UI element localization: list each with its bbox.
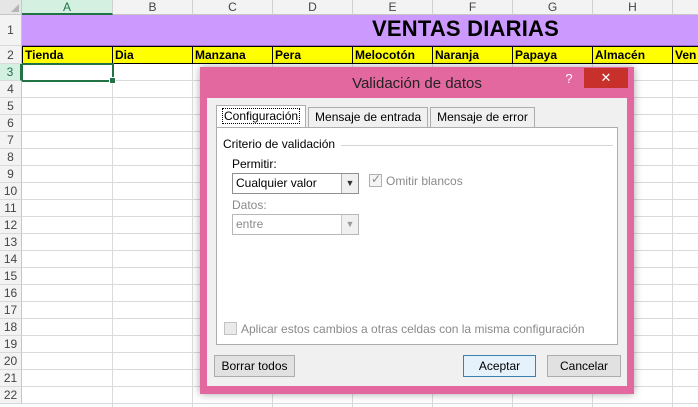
column-header-f[interactable]: F (433, 0, 513, 15)
header-cell-dia[interactable]: Dia (113, 46, 193, 64)
row-header-8[interactable]: 8 (0, 149, 22, 166)
header-cell-almacen[interactable]: Almacén (593, 46, 673, 64)
header-cell-ventas[interactable]: Ven (673, 46, 698, 64)
column-header-e[interactable]: E (353, 0, 433, 15)
row-header-5[interactable]: 5 (0, 98, 22, 115)
dialog-body: Configuración Mensaje de entrada Mensaje… (207, 98, 627, 386)
chevron-down-icon[interactable]: ▼ (341, 215, 358, 234)
row-header-16[interactable]: 16 (0, 285, 22, 302)
data-select[interactable]: entre ▼ (232, 214, 359, 235)
data-label: Datos: (232, 198, 267, 212)
ok-button[interactable]: Aceptar (463, 355, 536, 377)
tab-configuracion-label: Configuración (221, 108, 301, 124)
column-header-b[interactable]: B (113, 0, 193, 15)
header-cell-naranja[interactable]: Naranja (433, 46, 513, 64)
validation-criteria-label: Criterio de validación (223, 137, 340, 151)
data-validation-dialog: Validación de datos ? ✕ Configuración Me… (200, 67, 634, 394)
header-cell-melocoton[interactable]: Melocotón (353, 46, 433, 64)
row-header-6[interactable]: 6 (0, 115, 22, 132)
row-header-19[interactable]: 19 (0, 336, 22, 353)
allow-select[interactable]: Cualquier valor ▼ (232, 173, 359, 194)
row-header-10[interactable]: 10 (0, 183, 22, 200)
tab-panel-configuracion: Criterio de validación Permitir: Cualqui… (216, 127, 618, 345)
column-header-g[interactable]: G (513, 0, 593, 15)
row-header-20[interactable]: 20 (0, 353, 22, 370)
row-header-11[interactable]: 11 (0, 200, 22, 217)
row-header-21[interactable]: 21 (0, 370, 22, 387)
header-cell-manzana[interactable]: Manzana (193, 46, 273, 64)
column-header-h[interactable]: H (593, 0, 673, 15)
row-headers: 1 2 3 4 5 6 7 8 9 10 11 12 13 14 15 16 1… (0, 15, 22, 404)
tab-mensaje-de-entrada[interactable]: Mensaje de entrada (308, 107, 429, 127)
row-header-13[interactable]: 13 (0, 234, 22, 251)
tab-configuracion[interactable]: Configuración (216, 105, 307, 127)
row-header-4[interactable]: 4 (0, 81, 22, 98)
dialog-tabs: Configuración Mensaje de entrada Mensaje… (216, 105, 537, 127)
data-select-value: entre (236, 217, 264, 231)
header-cell-papaya[interactable]: Papaya (513, 46, 593, 64)
column-header-a[interactable]: A (22, 0, 113, 15)
apply-all-checkbox[interactable] (224, 322, 237, 335)
row-header-17[interactable]: 17 (0, 302, 22, 319)
close-button[interactable]: ✕ (584, 68, 628, 88)
row-header-7[interactable]: 7 (0, 132, 22, 149)
clear-all-button[interactable]: Borrar todos (214, 355, 295, 377)
title-row[interactable] (22, 15, 698, 46)
help-button[interactable]: ? (562, 71, 576, 89)
allow-label: Permitir: (232, 157, 277, 171)
chevron-down-icon[interactable]: ▼ (341, 174, 358, 193)
cancel-button[interactable]: Cancelar (547, 355, 621, 377)
row-header-1[interactable]: 1 (0, 15, 22, 46)
header-cell-tienda[interactable]: Tienda (22, 46, 113, 64)
tab-mensaje-de-error[interactable]: Mensaje de error (430, 107, 535, 127)
header-row: Tienda Dia Manzana Pera Melocotón Naranj… (22, 46, 698, 64)
allow-select-value: Cualquier valor (236, 176, 317, 190)
row-header-14[interactable]: 14 (0, 251, 22, 268)
row-header-18[interactable]: 18 (0, 319, 22, 336)
row-header-15[interactable]: 15 (0, 268, 22, 285)
dialog-title-bar[interactable]: Validación de datos ? ✕ (200, 67, 634, 97)
header-cell-pera[interactable]: Pera (273, 46, 353, 64)
ignore-blank-label: Omitir blancos (386, 174, 463, 188)
ignore-blank-checkbox[interactable] (369, 172, 382, 187)
row-header-3[interactable]: 3 (0, 64, 22, 81)
column-header-c[interactable]: C (193, 0, 273, 15)
row-header-2[interactable]: 2 (0, 46, 22, 64)
selected-cell-a3[interactable] (21, 63, 116, 84)
select-all-corner[interactable] (0, 0, 22, 15)
row-header-22[interactable]: 22 (0, 387, 22, 404)
column-header-i[interactable] (673, 0, 698, 15)
group-divider (341, 145, 613, 146)
sheet-title: VENTAS DIARIAS (372, 16, 559, 41)
row-header-9[interactable]: 9 (0, 166, 22, 183)
column-header-d[interactable]: D (273, 0, 353, 15)
column-headers: A B C D E F G H (22, 0, 698, 15)
apply-all-label: Aplicar estos cambios a otras celdas con… (241, 322, 585, 336)
row-header-12[interactable]: 12 (0, 217, 22, 234)
